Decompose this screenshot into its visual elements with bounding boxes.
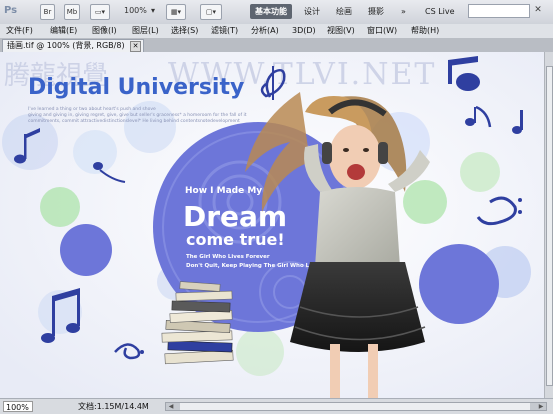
status-bar: 100% 文档:1.15M/14.4M ◀ ▶ <box>0 398 553 414</box>
screen-mode-button[interactable]: ▢▾ <box>200 4 222 20</box>
blue-dot <box>60 224 112 276</box>
photoshop-logo: Ps <box>4 5 18 16</box>
menu-window[interactable]: 窗口(W) <box>367 25 397 37</box>
scroll-right-icon[interactable]: ▶ <box>536 403 546 410</box>
menu-filter[interactable]: 滤镜(T) <box>211 25 238 37</box>
menu-edit[interactable]: 编辑(E) <box>50 25 77 37</box>
search-input[interactable] <box>468 4 530 18</box>
menu-select[interactable]: 选择(S) <box>171 25 198 37</box>
menu-bar: 文件(F) 编辑(E) 图像(I) 图层(L) 选择(S) 滤镜(T) 分析(A… <box>0 24 553 39</box>
intro-line: giving and giving in, giving regret, giv… <box>28 112 247 118</box>
scroll-left-icon[interactable]: ◀ <box>166 403 176 410</box>
horizontal-scroll-thumb[interactable] <box>180 403 530 410</box>
view-extras-button[interactable]: ▭▾ <box>90 4 110 20</box>
artwork-subtitle: The Girl Who Lives Forever <box>186 254 270 260</box>
artwork-subtitle: Don't Quit, Keep Playing The Girl Who Li… <box>186 263 322 269</box>
document-tab-title: 插画.tif @ 100% (背景, RGB/8) <box>7 41 125 50</box>
menu-3d[interactable]: 3D(D) <box>292 25 316 37</box>
blue-dot <box>419 244 499 324</box>
workspace-design[interactable]: 设计 <box>299 4 325 19</box>
document-tab-bar: 插画.tif @ 100% (背景, RGB/8) ✕ <box>0 38 553 52</box>
workspace-photography[interactable]: 摄影 <box>363 4 389 19</box>
horizontal-scrollbar[interactable]: ◀ ▶ <box>165 402 547 411</box>
menu-help[interactable]: 帮助(H) <box>411 25 439 37</box>
workspace-painting[interactable]: 绘画 <box>331 4 357 19</box>
artwork-title: Digital University <box>28 75 244 100</box>
heading-small: How I Made My <box>185 186 262 196</box>
menu-view[interactable]: 视图(V) <box>327 25 355 37</box>
vertical-scrollbar[interactable] <box>544 52 553 398</box>
menu-file[interactable]: 文件(F) <box>6 25 33 37</box>
cs-live-button[interactable]: CS Live <box>420 4 460 19</box>
workspace-more-icon[interactable]: » <box>396 4 411 19</box>
bridge-button[interactable]: Br <box>40 4 55 20</box>
status-zoom-input[interactable]: 100% <box>3 401 33 412</box>
document-tab[interactable]: 插画.tif @ 100% (背景, RGB/8) ✕ <box>2 39 144 52</box>
arrange-documents-button[interactable]: ▦▾ <box>166 4 186 20</box>
close-icon[interactable]: ✕ <box>532 4 544 16</box>
menu-layer[interactable]: 图层(L) <box>132 25 159 37</box>
menu-image[interactable]: 图像(I) <box>92 25 117 37</box>
workspace-essentials[interactable]: 基本功能 <box>250 4 292 19</box>
document-canvas[interactable]: 腾龍視覺 WWW.TLVI.NET Digital University I'v… <box>0 52 544 398</box>
menu-analysis[interactable]: 分析(A) <box>251 25 279 37</box>
application-bar: Ps Br Mb ▭▾ 100% ▾ ▦▾ ▢▾ 基本功能 设计 绘画 摄影 »… <box>0 0 553 25</box>
green-circle <box>40 187 80 227</box>
chevron-down-icon[interactable]: ▾ <box>151 6 155 15</box>
zoom-level-dropdown[interactable]: 100% <box>124 6 147 15</box>
heading-sub: come true! <box>186 230 285 249</box>
mini-bridge-button[interactable]: Mb <box>64 4 80 20</box>
intro-line: commitments, commit attractivedistinctio… <box>28 118 240 124</box>
document-size-info[interactable]: 文档:1.15M/14.4M <box>78 401 149 412</box>
intro-line: I've learned a thing or two about heart'… <box>28 106 156 112</box>
heading-big: Dream <box>183 200 287 233</box>
vertical-scroll-thumb[interactable] <box>546 66 553 386</box>
close-icon[interactable]: ✕ <box>130 41 141 52</box>
artwork: 腾龍視覺 WWW.TLVI.NET Digital University I'v… <box>0 52 544 398</box>
